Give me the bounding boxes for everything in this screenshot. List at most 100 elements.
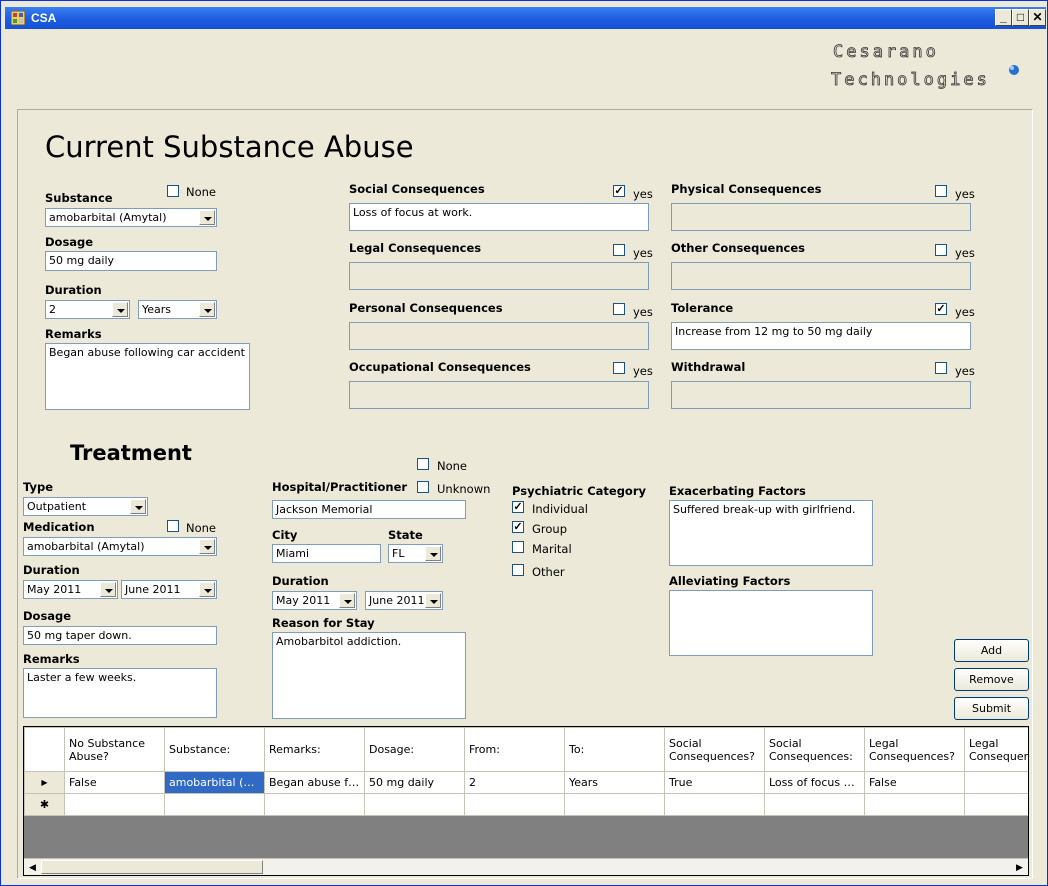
grid-cell[interactable]: False (864, 771, 965, 794)
medication-none-checkbox[interactable] (167, 520, 179, 532)
new-row-asterisk-icon[interactable]: ✱ (24, 793, 65, 816)
grid-header-cell[interactable]: Remarks: (264, 727, 365, 772)
psych-marital-checkbox[interactable] (512, 541, 524, 553)
remove-button[interactable]: Remove (954, 668, 1029, 691)
reason-field[interactable]: Amobarbitol addiction. (272, 632, 466, 719)
grid-cell[interactable] (364, 793, 465, 816)
grid-header-cell[interactable]: No Substance Abuse? (64, 727, 165, 772)
psych-group-checkbox[interactable]: ✓ (512, 521, 524, 533)
withdrawal-checkbox[interactable] (935, 362, 947, 374)
hospital-field[interactable]: Jackson Memorial (272, 500, 466, 519)
title-bar[interactable]: CSA _ □ ✕ (5, 7, 1046, 29)
grid-cell[interactable] (964, 793, 1028, 816)
add-button[interactable]: Add (954, 639, 1029, 662)
duration-unit-select[interactable]: Years (138, 300, 217, 319)
legal-consequences-checkbox[interactable] (613, 244, 625, 256)
treatment-type-select[interactable]: Outpatient (23, 497, 148, 516)
grid-cell[interactable] (464, 793, 565, 816)
occupational-consequences-checkbox[interactable] (613, 362, 625, 374)
grid-corner[interactable] (24, 727, 65, 772)
grid-cell[interactable] (164, 793, 265, 816)
treatment-from-select[interactable]: May 2011 (23, 580, 118, 599)
chevron-down-icon[interactable] (100, 582, 116, 597)
tolerance-checkbox[interactable]: ✓ (935, 303, 947, 315)
other-consequences-checkbox[interactable] (935, 244, 947, 256)
scroll-left-icon[interactable]: ◀ (25, 860, 40, 874)
remarks-field[interactable]: Began abuse following car accident (45, 343, 250, 410)
treatment-to-select[interactable]: June 2011 (121, 580, 217, 599)
grid-header-cell[interactable]: Substance: (164, 727, 265, 772)
chevron-down-icon[interactable] (199, 582, 215, 597)
submit-button[interactable]: Submit (954, 697, 1029, 720)
grid-cell[interactable]: 50 mg daily (364, 771, 465, 794)
personal-consequences-checkbox[interactable] (613, 303, 625, 315)
tolerance-field[interactable]: Increase from 12 mg to 50 mg daily (671, 322, 971, 350)
dosage-field[interactable]: 50 mg daily (45, 251, 217, 271)
grid-cell[interactable] (964, 771, 1028, 794)
chevron-down-icon[interactable] (130, 499, 146, 514)
grid-header-cell[interactable]: Legal Consequences: (964, 727, 1028, 772)
close-button[interactable]: ✕ (1029, 9, 1046, 26)
personal-consequences-field[interactable] (349, 322, 649, 350)
social-consequences-field[interactable]: Loss of focus at work. (349, 203, 649, 231)
grid-cell[interactable] (764, 793, 865, 816)
grid-header-cell[interactable]: Legal Consequences? (864, 727, 965, 772)
hospital-none-checkbox[interactable] (417, 458, 429, 470)
hospital-to-select[interactable]: June 2011 (365, 591, 443, 610)
records-grid[interactable]: No Substance Abuse? Substance: Remarks: … (23, 726, 1029, 876)
physical-consequences-field[interactable] (671, 203, 971, 231)
table-row[interactable]: ▶ False amobarbital (Amytal) Began abuse… (24, 771, 1028, 794)
grid-cell[interactable]: False (64, 771, 165, 794)
treatment-dosage-field[interactable]: 50 mg taper down. (23, 626, 217, 645)
duration-number-select[interactable]: 2 (45, 300, 130, 319)
chevron-down-icon[interactable] (112, 302, 128, 317)
minimize-button[interactable]: _ (995, 9, 1012, 26)
grid-header-cell[interactable]: Dosage: (364, 727, 465, 772)
grid-cell[interactable] (664, 793, 765, 816)
chevron-down-icon[interactable] (199, 539, 215, 554)
grid-cell[interactable]: Years (564, 771, 665, 794)
alleviating-field[interactable] (669, 590, 873, 656)
grid-cell[interactable] (864, 793, 965, 816)
substance-select[interactable]: amobarbital (Amytal) (45, 208, 217, 227)
hospital-unknown-checkbox[interactable] (417, 481, 429, 493)
medication-select[interactable]: amobarbital (Amytal) (23, 537, 217, 556)
chevron-down-icon[interactable] (425, 593, 441, 608)
psych-other-checkbox[interactable] (512, 564, 524, 576)
chevron-down-icon[interactable] (199, 302, 215, 317)
current-row-arrow-icon[interactable]: ▶ (24, 771, 65, 794)
maximize-button[interactable]: □ (1012, 9, 1029, 26)
treatment-remarks-field[interactable]: Laster a few weeks. (23, 668, 217, 718)
horizontal-scrollbar[interactable]: ◀ ▶ (24, 858, 1028, 875)
chevron-down-icon[interactable] (339, 593, 355, 608)
grid-header-cell[interactable]: From: (464, 727, 565, 772)
new-row[interactable]: ✱ (24, 793, 1028, 816)
legal-consequences-field[interactable] (349, 262, 649, 290)
grid-cell[interactable]: True (664, 771, 765, 794)
other-consequences-field[interactable] (671, 262, 971, 290)
chevron-down-icon[interactable] (199, 210, 215, 225)
scroll-thumb[interactable] (41, 860, 263, 874)
grid-cell[interactable] (64, 793, 165, 816)
grid-cell[interactable] (564, 793, 665, 816)
grid-cell[interactable] (264, 793, 365, 816)
exacerbating-field[interactable]: Suffered break-up with girlfriend. (669, 500, 873, 566)
city-field[interactable]: Miami (272, 544, 381, 563)
grid-header-cell[interactable]: Social Consequences? (664, 727, 765, 772)
state-select[interactable]: FL (388, 544, 443, 563)
hospital-from-select[interactable]: May 2011 (272, 591, 357, 610)
scroll-right-icon[interactable]: ▶ (1012, 860, 1027, 874)
withdrawal-field[interactable] (671, 381, 971, 409)
social-consequences-checkbox[interactable]: ✓ (613, 185, 625, 197)
grid-cell[interactable]: Began abuse following car accident (264, 771, 365, 794)
grid-header-cell[interactable]: Social Consequences: (764, 727, 865, 772)
grid-header-cell[interactable]: To: (564, 727, 665, 772)
occupational-consequences-field[interactable] (349, 381, 649, 409)
substance-none-checkbox[interactable] (167, 185, 179, 197)
physical-consequences-checkbox[interactable] (935, 185, 947, 197)
psych-individual-checkbox[interactable]: ✓ (512, 501, 524, 513)
grid-cell[interactable]: Loss of focus at work. (764, 771, 865, 794)
chevron-down-icon[interactable] (425, 546, 441, 561)
grid-cell[interactable]: amobarbital (Amytal) (164, 771, 265, 794)
grid-cell[interactable]: 2 (464, 771, 565, 794)
